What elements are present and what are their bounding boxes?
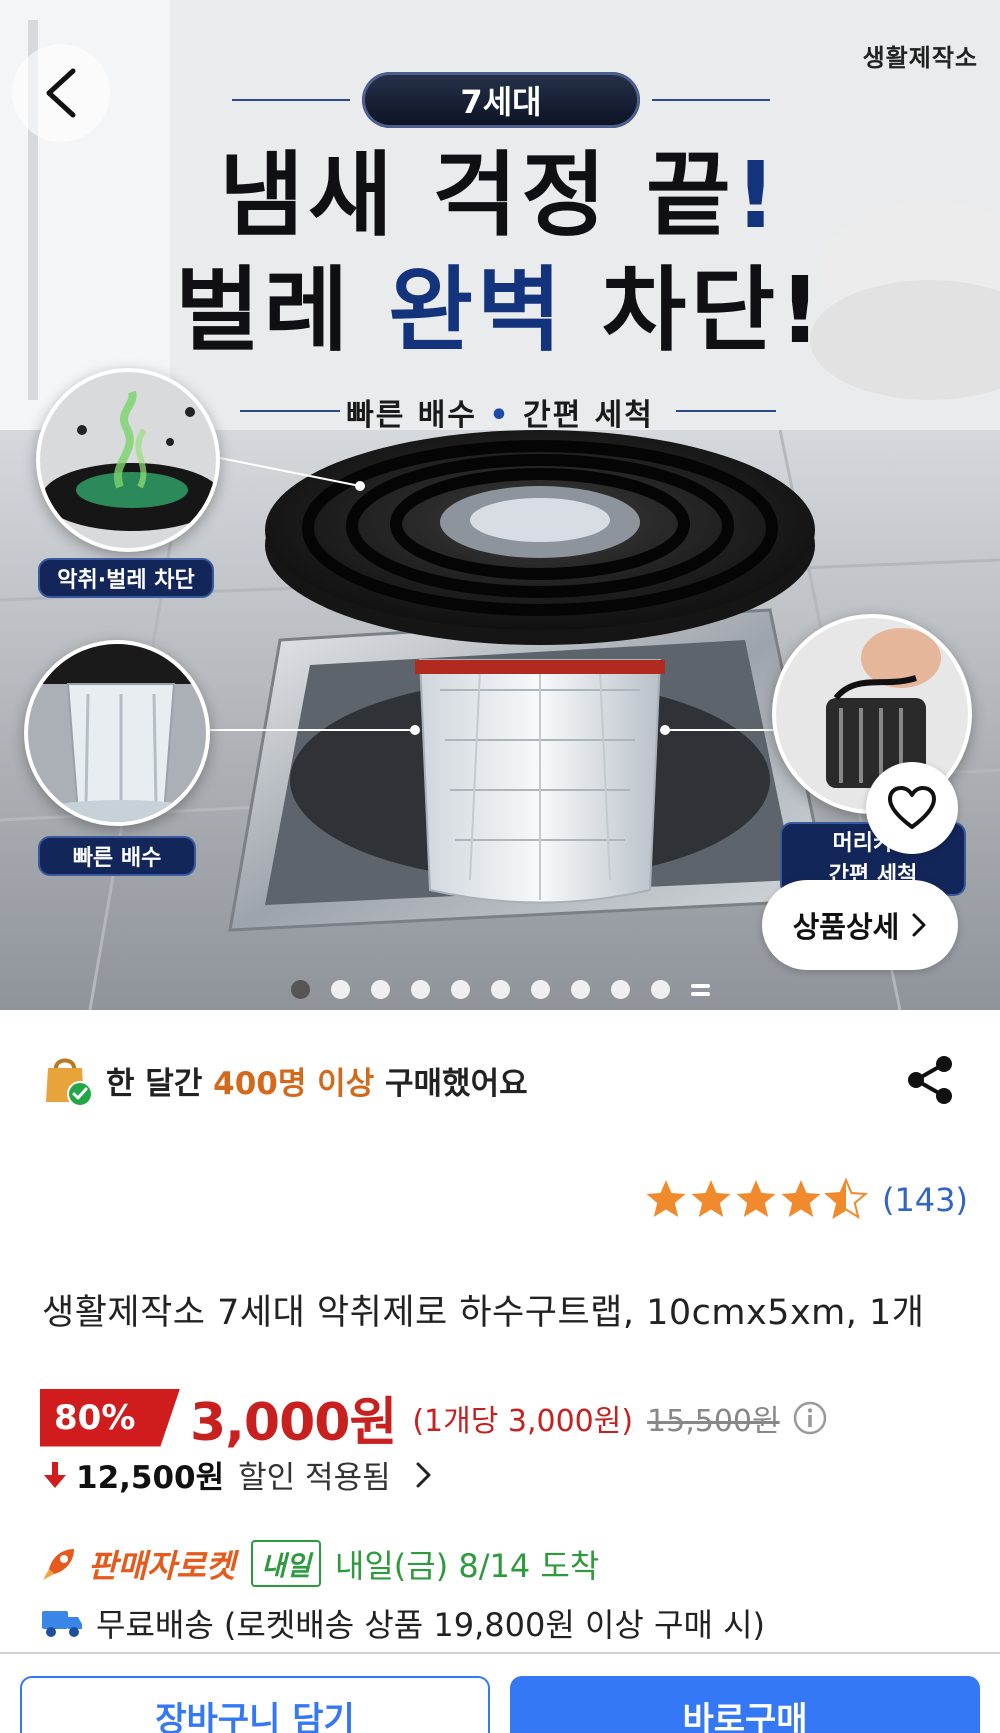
product-detail-button[interactable]: 상품상세 <box>762 880 958 970</box>
pagination-dot[interactable] <box>330 980 350 999</box>
product-image-carousel[interactable]: 생활제작소 7세대 냄새 걱정 끝! 벌레 완벽 차단! 빠른 배수 • 간편 … <box>0 0 1000 1010</box>
decor-line <box>232 99 350 101</box>
arrow-down-icon <box>44 1461 66 1488</box>
arrival-date: 내일(금) 8/14 도착 <box>334 1546 600 1585</box>
headline-accent: 완벽 <box>388 257 566 364</box>
buy-now-button[interactable]: 바로구매 <box>510 1676 980 1733</box>
discount-badge: 80% <box>40 1388 180 1447</box>
tagline-text: 빠른 배수 <box>346 398 477 433</box>
rocket-icon <box>43 1548 74 1580</box>
pagination-dot[interactable] <box>570 980 590 999</box>
truck-icon <box>42 1611 82 1637</box>
headline-text: 차단! <box>565 257 825 364</box>
detail-button-label: 상품상세 <box>792 910 900 944</box>
decor-line <box>652 99 770 101</box>
review-count-link[interactable]: (143) <box>882 1181 968 1219</box>
tagline-separator: • <box>476 398 524 433</box>
chevron-right-icon <box>416 1462 431 1487</box>
pagination-dot[interactable] <box>610 980 630 999</box>
add-to-cart-button[interactable]: 장바구니 담기 <box>20 1676 490 1733</box>
bottom-bar-divider <box>0 1652 1000 1654</box>
star-icon <box>736 1180 776 1217</box>
drain-illustration <box>28 644 206 822</box>
pagination-dot[interactable] <box>530 980 550 999</box>
original-price: 15,500원 <box>647 1403 780 1439</box>
sale-price: 3,000원 <box>190 1393 397 1453</box>
chevron-right-icon <box>912 913 926 937</box>
info-icon[interactable] <box>792 1400 828 1436</box>
headline-text: 벌레 <box>175 257 389 364</box>
purchase-highlight: 400명 이상 <box>213 1065 375 1102</box>
seller-rocket-label: 판매자로켓 <box>88 1546 236 1585</box>
discount-amount: 12,500원 <box>76 1460 225 1496</box>
share-icon[interactable] <box>900 1050 960 1110</box>
pagination-dot[interactable] <box>650 980 670 999</box>
purchase-suffix: 구매했어요 <box>374 1065 528 1102</box>
headline-line-2: 벌레 완벽 차단! <box>0 265 1000 357</box>
headline-accent: ! <box>734 142 781 249</box>
back-button[interactable] <box>12 44 110 142</box>
inset-drain-image <box>24 640 210 826</box>
discount-applied-row[interactable]: 12,500원 할인 적용됨 <box>42 1452 435 1497</box>
inset-odor-image <box>36 368 220 552</box>
chevron-left-icon <box>46 68 76 118</box>
purchase-count-banner: 한 달간 400명 이상 구매했어요 <box>42 1044 528 1116</box>
headline-line-1: 냄새 걱정 끝! <box>0 150 1000 242</box>
wishlist-button[interactable] <box>866 762 958 854</box>
carousel-pagination[interactable] <box>0 980 1000 999</box>
purchase-prefix: 한 달간 <box>106 1065 214 1102</box>
pagination-dot[interactable] <box>290 980 310 999</box>
generation-badge: 7세대 <box>362 72 640 128</box>
heart-icon <box>888 786 936 829</box>
price-row: 80% 3,000원 (1개당 3,000원) 15,500원 <box>40 1380 828 1455</box>
unit-price: (1개당 3,000원) <box>412 1403 634 1439</box>
pagination-dot[interactable] <box>450 980 470 999</box>
brand-watermark: 생활제작소 <box>862 44 978 72</box>
delivery-row: 판매자로켓 내일 내일(금) 8/14 도착 <box>40 1540 599 1587</box>
tomorrow-badge: 내일 <box>251 1540 321 1587</box>
rating-summary[interactable]: (143) <box>644 1178 968 1222</box>
star-icon <box>691 1180 731 1217</box>
shopping-bag-check-icon <box>46 1058 92 1107</box>
star-rating <box>646 1178 868 1220</box>
shipping-row: 무료배송 (로켓배송 상품 19,800원 이상 구매 시) <box>40 1600 765 1646</box>
headline-text: 냄새 걱정 끝 <box>219 142 735 249</box>
pagination-dot[interactable] <box>370 980 390 999</box>
product-title: 생활제작소 7세대 악취제로 하수구트랩, 10cmx5xm, 1개 <box>42 1293 925 1333</box>
discount-applied-label: 할인 적용됨 <box>238 1460 391 1496</box>
pagination-dot[interactable] <box>410 980 430 999</box>
purchase-text: 한 달간 400명 이상 구매했어요 <box>106 1058 528 1103</box>
free-shipping-text: 무료배송 (로켓배송 상품 19,800원 이상 구매 시) <box>96 1606 766 1644</box>
pagination-dot[interactable] <box>490 980 510 999</box>
label-fast-drain: 빠른 배수 <box>38 836 196 876</box>
star-icon <box>646 1180 686 1217</box>
pagination-more-icon[interactable] <box>690 980 710 999</box>
tagline-text: 간편 세척 <box>523 398 654 433</box>
half-star-icon <box>823 1178 868 1220</box>
star-icon <box>781 1180 821 1217</box>
odor-illustration <box>42 390 216 531</box>
label-odor-block: 악취·벌레 차단 <box>38 558 214 598</box>
